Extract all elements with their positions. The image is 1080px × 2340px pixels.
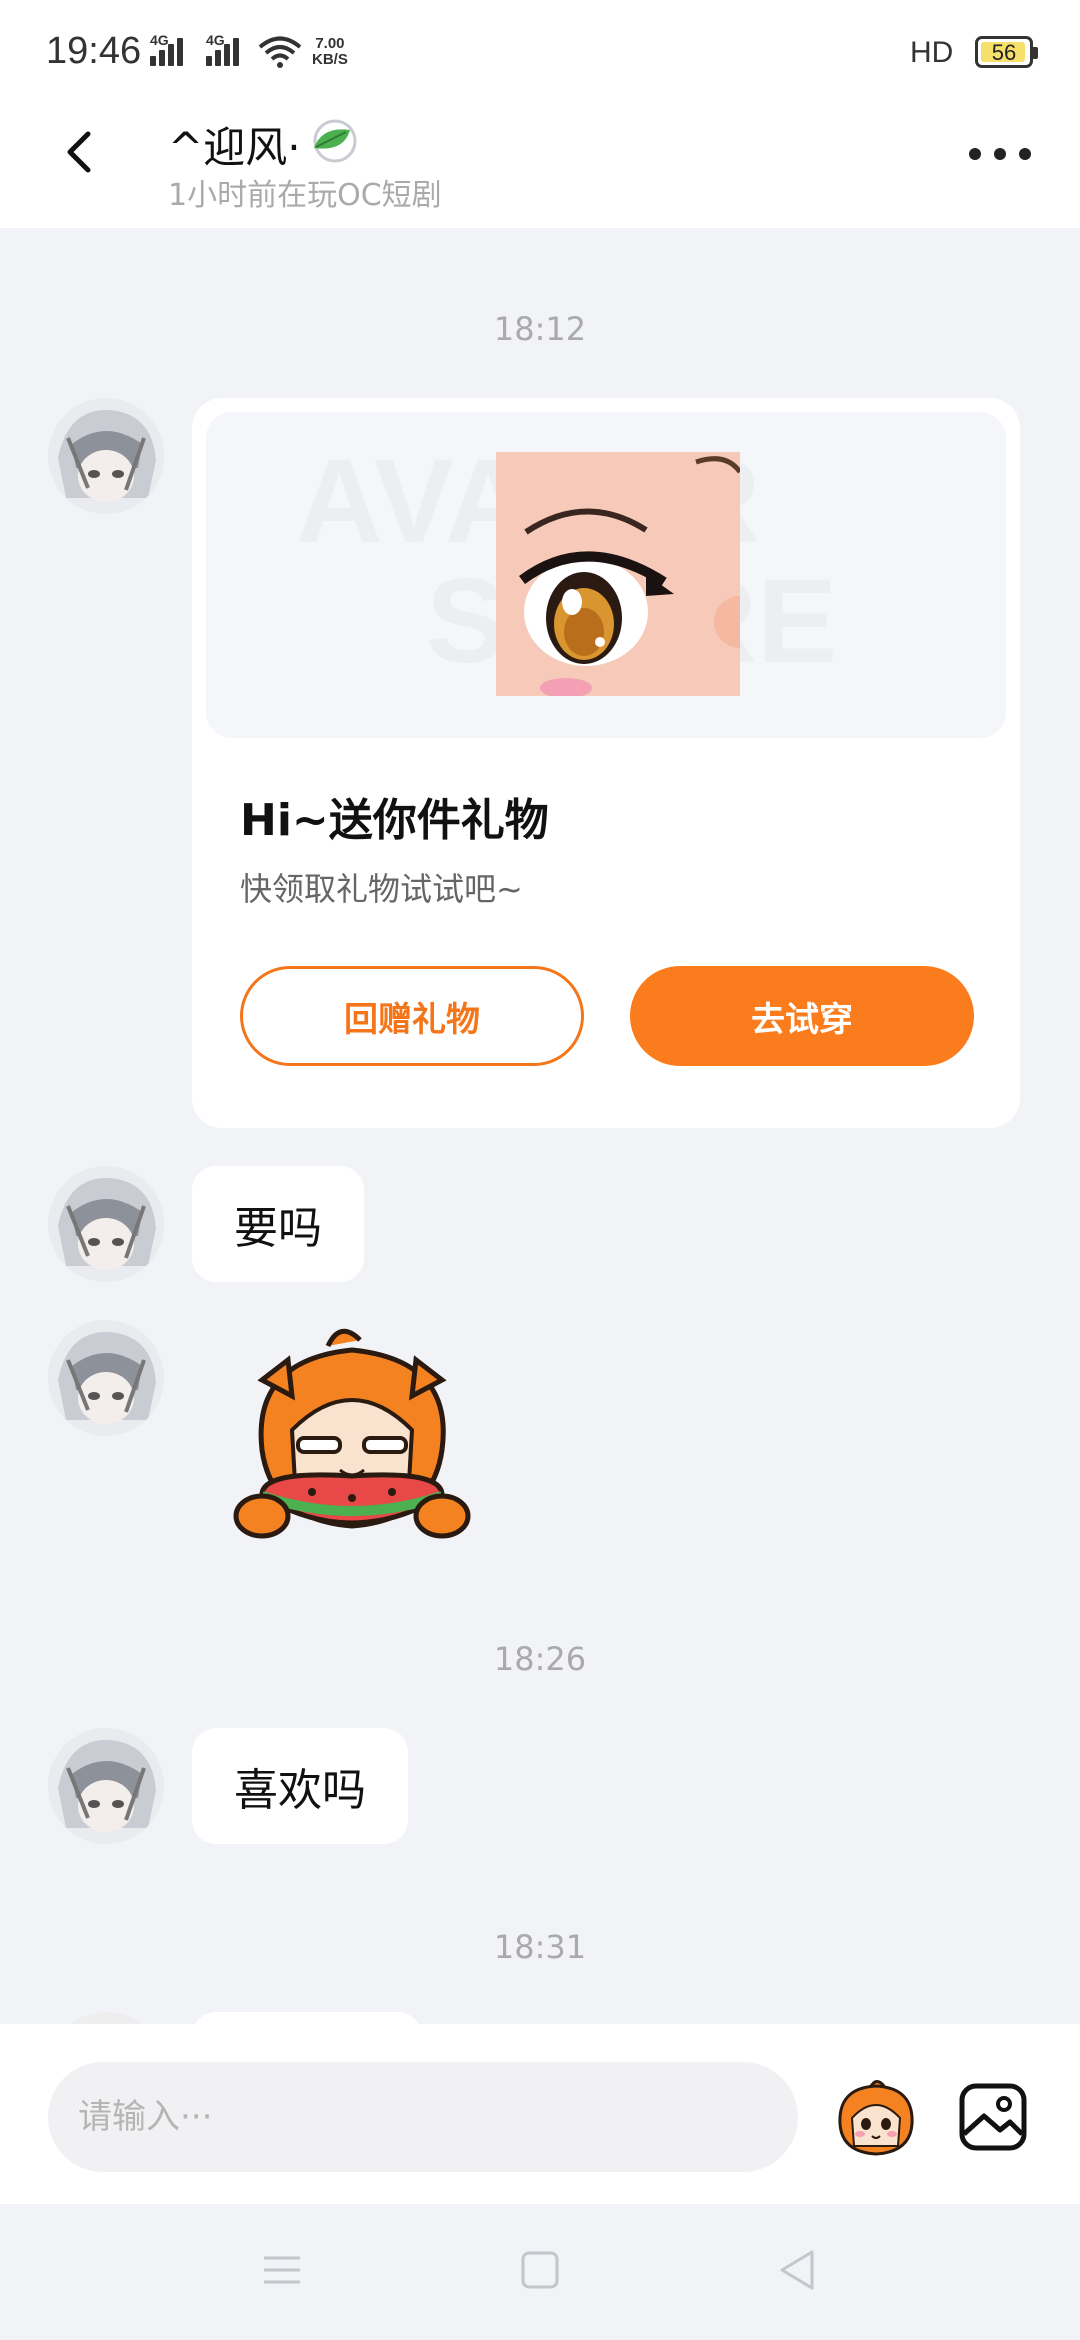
nav-menu-icon[interactable] (252, 2240, 312, 2300)
gift-card[interactable]: AVATAR STORE Hi~送你件礼物 快领取礼物试试吧~ 回赠礼物 去试穿 (192, 398, 1020, 1128)
hd-indicator: HD (910, 36, 954, 69)
contact-name[interactable]: ^迎风· (168, 114, 301, 175)
message-bubble[interactable]: 喜欢吗 (192, 1728, 408, 1844)
message-text: 要吗 (234, 1203, 322, 1254)
gift-banner: AVATAR STORE (206, 412, 1006, 738)
timestamp: 18:12 (493, 310, 587, 348)
message-text: 喜欢吗 (234, 1765, 366, 1816)
net-speed: 7.00 KB/S (312, 35, 348, 68)
contact-status: 1小时前在玩OC短剧 (168, 178, 442, 213)
more-icon[interactable] (965, 140, 1035, 170)
image-icon[interactable] (958, 2082, 1028, 2152)
nav-back-icon[interactable] (768, 2240, 828, 2300)
emoji-icon[interactable] (832, 2074, 920, 2162)
nav-home-icon[interactable] (510, 2240, 570, 2300)
status-time: 19:46 (46, 30, 142, 72)
sticker-image[interactable] (222, 1320, 482, 1570)
signal-1-icon: 4G (150, 32, 194, 66)
system-nav-bar (0, 2204, 1080, 2340)
back-arrow-icon[interactable] (50, 120, 114, 184)
signal-2-icon: 4G (206, 32, 250, 66)
battery-icon: 56 (975, 36, 1038, 68)
gift-title: Hi~送你件礼物 (240, 795, 549, 846)
message-bubble[interactable]: 要吗 (192, 1166, 364, 1282)
avatar[interactable] (48, 1320, 164, 1436)
input-bar (0, 2024, 1080, 2204)
try-on-button[interactable]: 去试穿 (630, 966, 974, 1066)
avatar[interactable] (48, 1728, 164, 1844)
status-bar: 19:46 4G 4G 7.00 KB/S HD 56 (0, 0, 1080, 100)
wifi-icon (258, 36, 302, 68)
avatar[interactable] (48, 398, 164, 514)
gift-description: 快领取礼物试试吧~ (240, 870, 523, 908)
timestamp: 18:31 (493, 1928, 587, 1966)
return-gift-button[interactable]: 回赠礼物 (240, 966, 584, 1066)
gift-preview-image (496, 452, 740, 696)
timestamp: 18:26 (493, 1640, 587, 1678)
message-input[interactable] (48, 2062, 798, 2172)
leaf-icon (313, 119, 357, 163)
chat-header: ^迎风· 1小时前在玩OC短剧 (0, 100, 1080, 228)
avatar[interactable] (48, 1166, 164, 1282)
